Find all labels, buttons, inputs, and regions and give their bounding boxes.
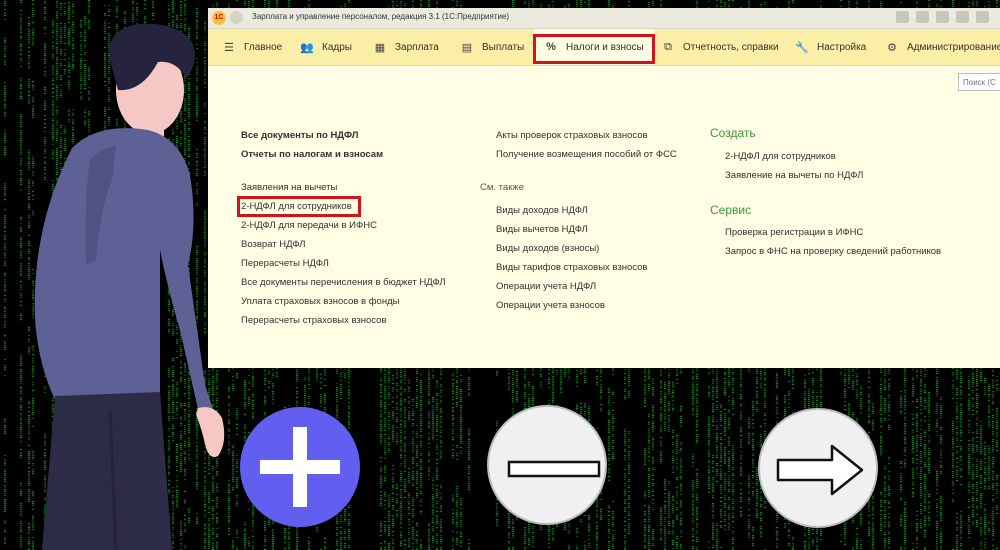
people-icon: 👥 [300, 41, 314, 54]
history-icon[interactable] [230, 11, 243, 24]
service-section-title: Сервис [710, 203, 752, 217]
link-tariff-types[interactable]: Виды тарифов страховых взносов [496, 262, 647, 273]
menu-payments[interactable]: ▤ Выплаты [460, 29, 524, 65]
see-also-label: См. также [480, 182, 524, 193]
create-section-title: Создать [710, 126, 756, 140]
link-2ndfl-ifns[interactable]: 2-НДФЛ для передачи в ИФНС [241, 220, 377, 231]
menu-main[interactable]: ☰ Главное [222, 29, 282, 65]
menu-label: Главное [244, 41, 283, 53]
link-ndfl-operations[interactable]: Операции учета НДФЛ [496, 281, 596, 292]
link-fns-employee-check[interactable]: Запрос в ФНС на проверку сведений работн… [725, 246, 941, 257]
right-arrow-icon [776, 444, 864, 496]
menu-label: Отчетность, справки [683, 41, 779, 53]
menu-administration[interactable]: ⚙ Администрирование [885, 29, 1000, 65]
menu-label: Кадры [322, 41, 352, 53]
plus-icon [260, 427, 340, 507]
person-illustration [34, 23, 225, 550]
link-contribution-operations[interactable]: Операции учета взносов [496, 300, 605, 311]
link-budget-transfers[interactable]: Все документы перечисления в бюджет НДФЛ [241, 277, 446, 288]
wallet-icon: ▤ [461, 41, 473, 54]
link-deduction-applications[interactable]: Заявления на вычеты [241, 182, 337, 193]
menu-label: Налоги и взносы [566, 41, 644, 53]
save-icon[interactable] [896, 11, 909, 23]
link-2ndfl-employees[interactable]: 2-НДФЛ для сотрудников [241, 201, 352, 212]
link-insurance-recalculations[interactable]: Перерасчеты страховых взносов [241, 315, 387, 326]
menu-reports[interactable]: ⧉ Отчетность, справки [661, 29, 779, 65]
search-input[interactable] [958, 73, 1000, 91]
link-fss-reimbursement[interactable]: Получение возмещения пособий от ФСС [496, 149, 677, 160]
menu-label: Администрирование [907, 41, 1000, 53]
menu-label: Выплаты [482, 41, 525, 53]
link-inspection-acts[interactable]: Акты проверок страховых взносов [496, 130, 648, 141]
sections-menu: ☰ Главное 👥 Кадры ▦ Зарплата ▤ Выплаты % Нало… [208, 29, 1000, 66]
link-ndfl-deduction-types[interactable]: Виды вычетов НДФЛ [496, 224, 588, 235]
menu-settings[interactable]: 🔧 Настройка [795, 29, 866, 65]
calendar-icon[interactable] [936, 11, 949, 23]
title-bar: 1С Зарплата и управление персоналом, ред… [208, 8, 1000, 29]
menu-label: Зарплата [395, 41, 439, 53]
link-create-2ndfl[interactable]: 2-НДФЛ для сотрудников [725, 151, 836, 162]
link-create-deduction-application[interactable]: Заявление на вычеты по НДФЛ [725, 170, 863, 181]
wrench-icon: 🔧 [795, 41, 809, 54]
link-all-ndfl-documents[interactable]: Все документы по НДФЛ [241, 130, 358, 141]
minimize-icon[interactable] [976, 11, 989, 23]
calculator-icon: ▦ [374, 41, 386, 54]
link-ndfl-income-types[interactable]: Виды доходов НДФЛ [496, 205, 588, 216]
menu-taxes[interactable]: % Налоги и взносы [534, 29, 654, 65]
plus-button[interactable] [240, 407, 360, 527]
link-tax-reports[interactable]: Отчеты по налогам и взносам [241, 149, 383, 160]
minus-button[interactable] [487, 405, 607, 525]
menu-label: Настройка [817, 41, 867, 53]
link-ifns-registration-check[interactable]: Проверка регистрации в ИФНС [725, 227, 863, 238]
bell-icon[interactable] [956, 11, 969, 23]
print-icon[interactable] [916, 11, 929, 23]
menu-salary[interactable]: ▦ Зарплата [373, 29, 439, 65]
percent-icon: % [546, 41, 556, 53]
link-insurance-payments[interactable]: Уплата страховых взносов в фонды [241, 296, 399, 307]
link-contribution-income-types[interactable]: Виды доходов (взносы) [496, 243, 599, 254]
app-window: 1С Зарплата и управление персоналом, ред… [208, 8, 1000, 368]
menu-personnel[interactable]: 👥 Кадры [300, 29, 352, 65]
next-button[interactable] [758, 408, 878, 528]
link-ndfl-recalculations[interactable]: Перерасчеты НДФЛ [241, 258, 329, 269]
minus-icon [507, 460, 601, 478]
window-title: Зарплата и управление персоналом, редакц… [252, 12, 510, 21]
link-ndfl-refund[interactable]: Возврат НДФЛ [241, 239, 306, 250]
gear-icon: ⚙ [887, 41, 897, 54]
reports-icon: ⧉ [664, 40, 672, 53]
